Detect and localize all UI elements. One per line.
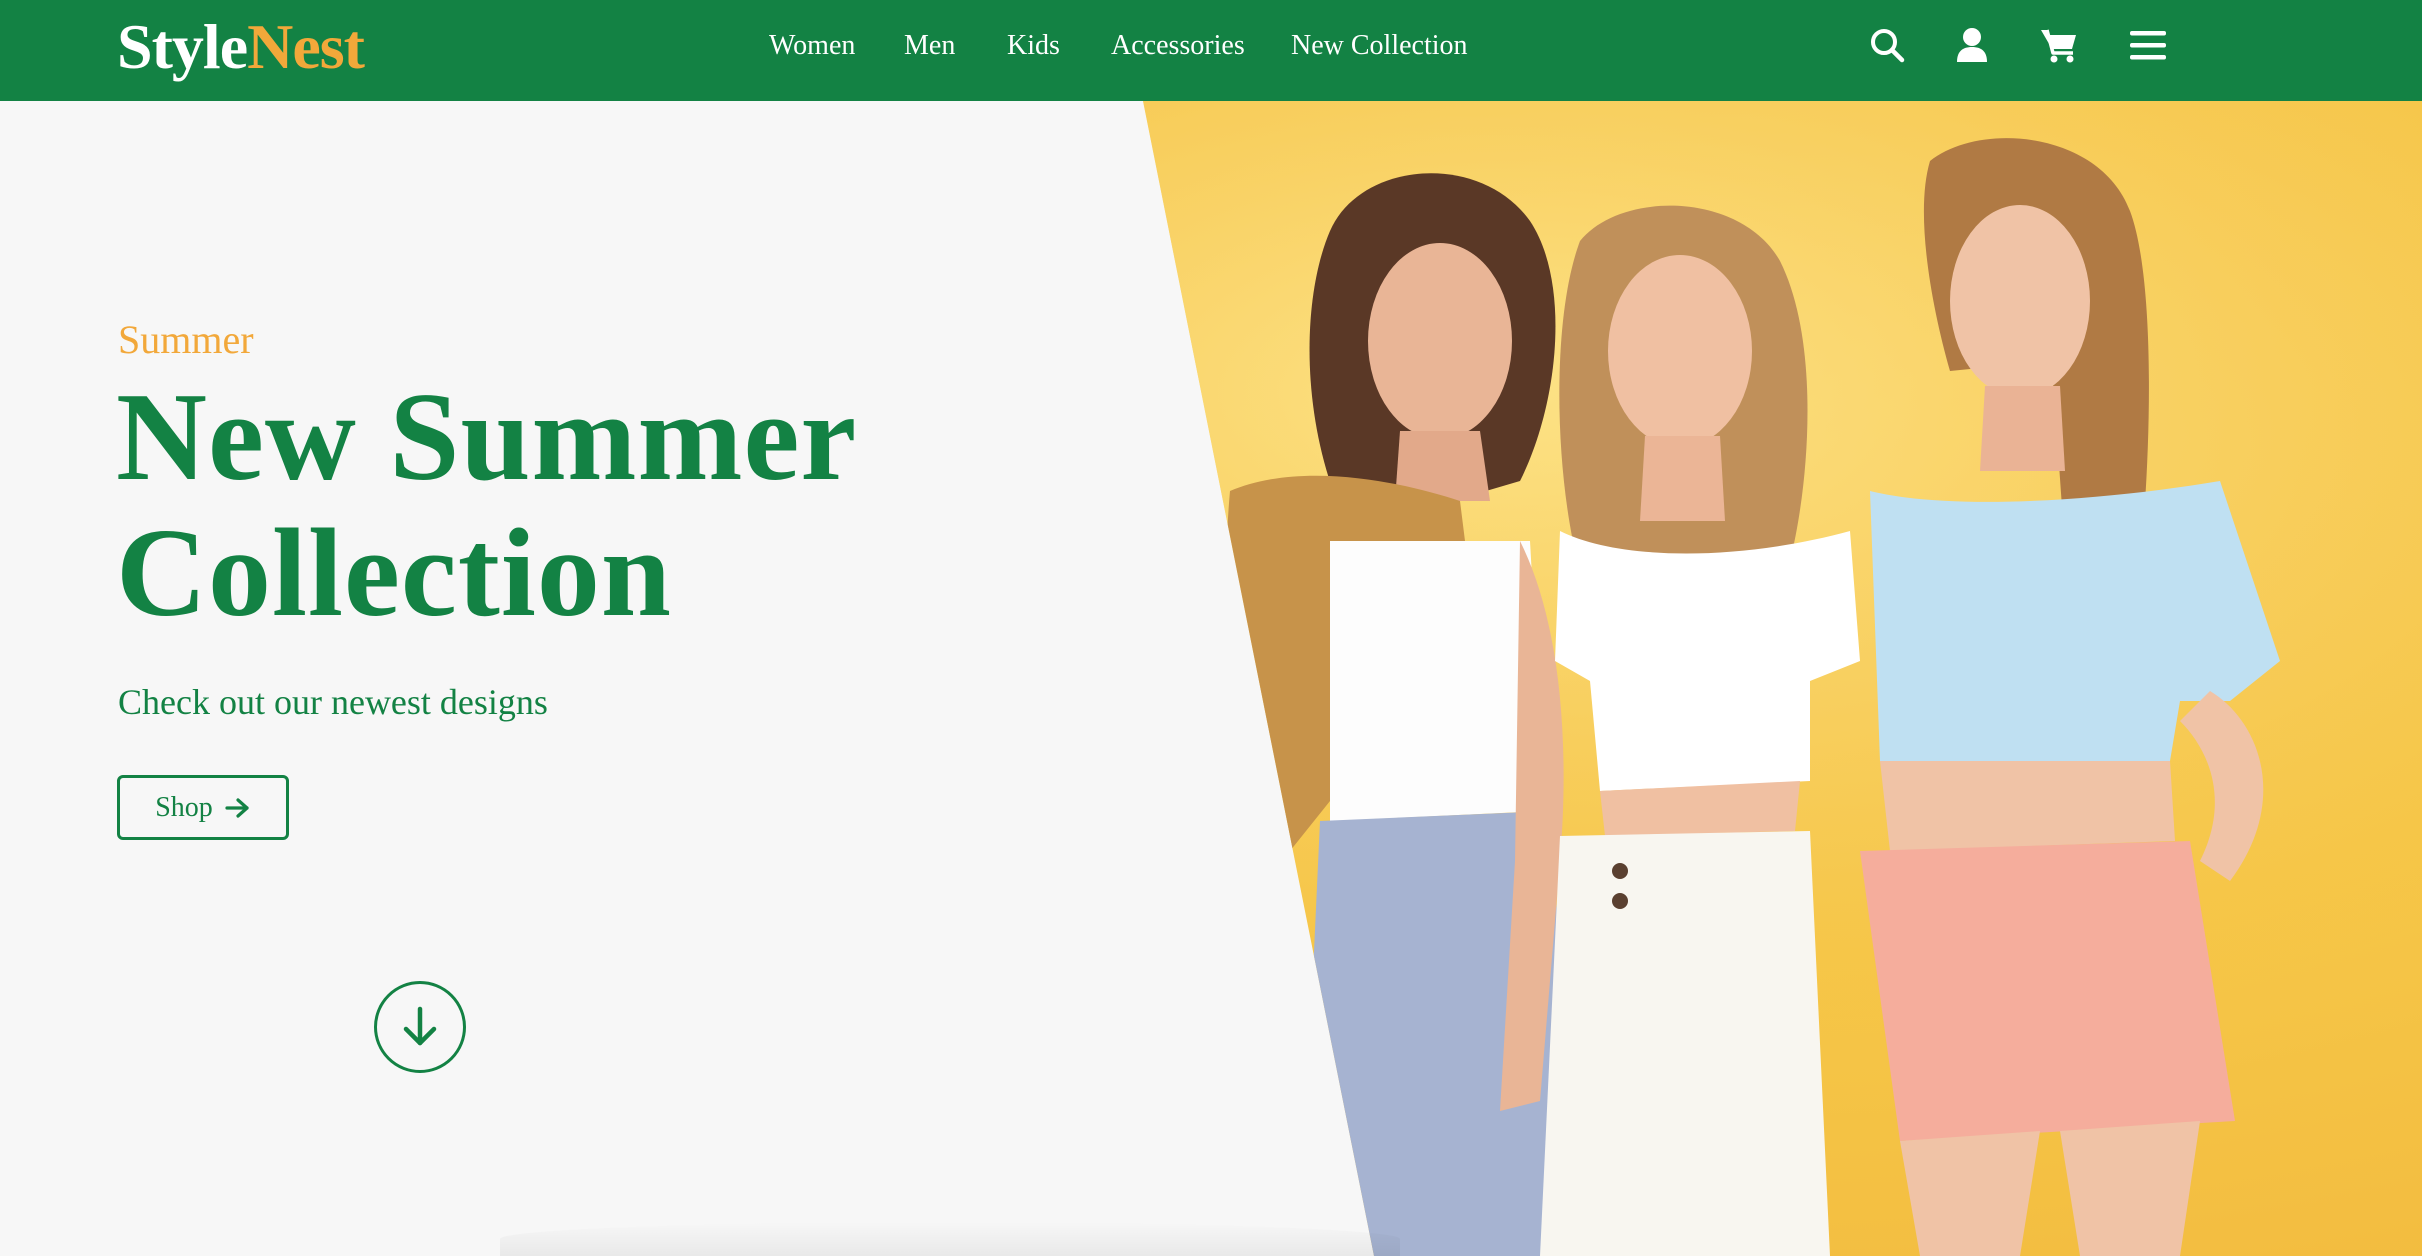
scroll-down-button[interactable]	[374, 981, 466, 1073]
top-navbar: StyleNest Women Men Kids Accessories New…	[0, 0, 2422, 101]
nav-link-accessories[interactable]: Accessories	[1111, 26, 1245, 66]
arrow-down-icon	[400, 1005, 440, 1049]
hero-title-line1: New Summer	[116, 368, 858, 507]
nav-link-new-collection[interactable]: New Collection	[1291, 26, 1468, 66]
hero-title: New Summer Collection	[116, 370, 857, 642]
brand-logo[interactable]: StyleNest	[117, 11, 365, 82]
hero-title-line2: Collection	[116, 504, 672, 643]
nav-link-men[interactable]: Men	[904, 26, 955, 66]
nav-link-women[interactable]: Women	[769, 26, 855, 66]
shop-button-label: Shop	[155, 791, 213, 823]
hero-subtitle: Check out our newest designs	[118, 682, 548, 722]
search-icon[interactable]	[1867, 25, 1907, 65]
hero-eyebrow: Summer	[118, 317, 254, 362]
brand-logo-part1: Style	[117, 11, 248, 82]
shop-button[interactable]: Shop	[117, 775, 289, 840]
brand-logo-part2: Nest	[247, 11, 365, 82]
user-icon[interactable]	[1952, 25, 1992, 65]
arrow-right-icon	[225, 797, 251, 819]
nav-link-kids[interactable]: Kids	[1007, 26, 1060, 66]
cart-icon[interactable]	[2039, 25, 2079, 65]
menu-icon[interactable]	[2128, 25, 2168, 65]
section-divider-shadow	[500, 1222, 1400, 1256]
